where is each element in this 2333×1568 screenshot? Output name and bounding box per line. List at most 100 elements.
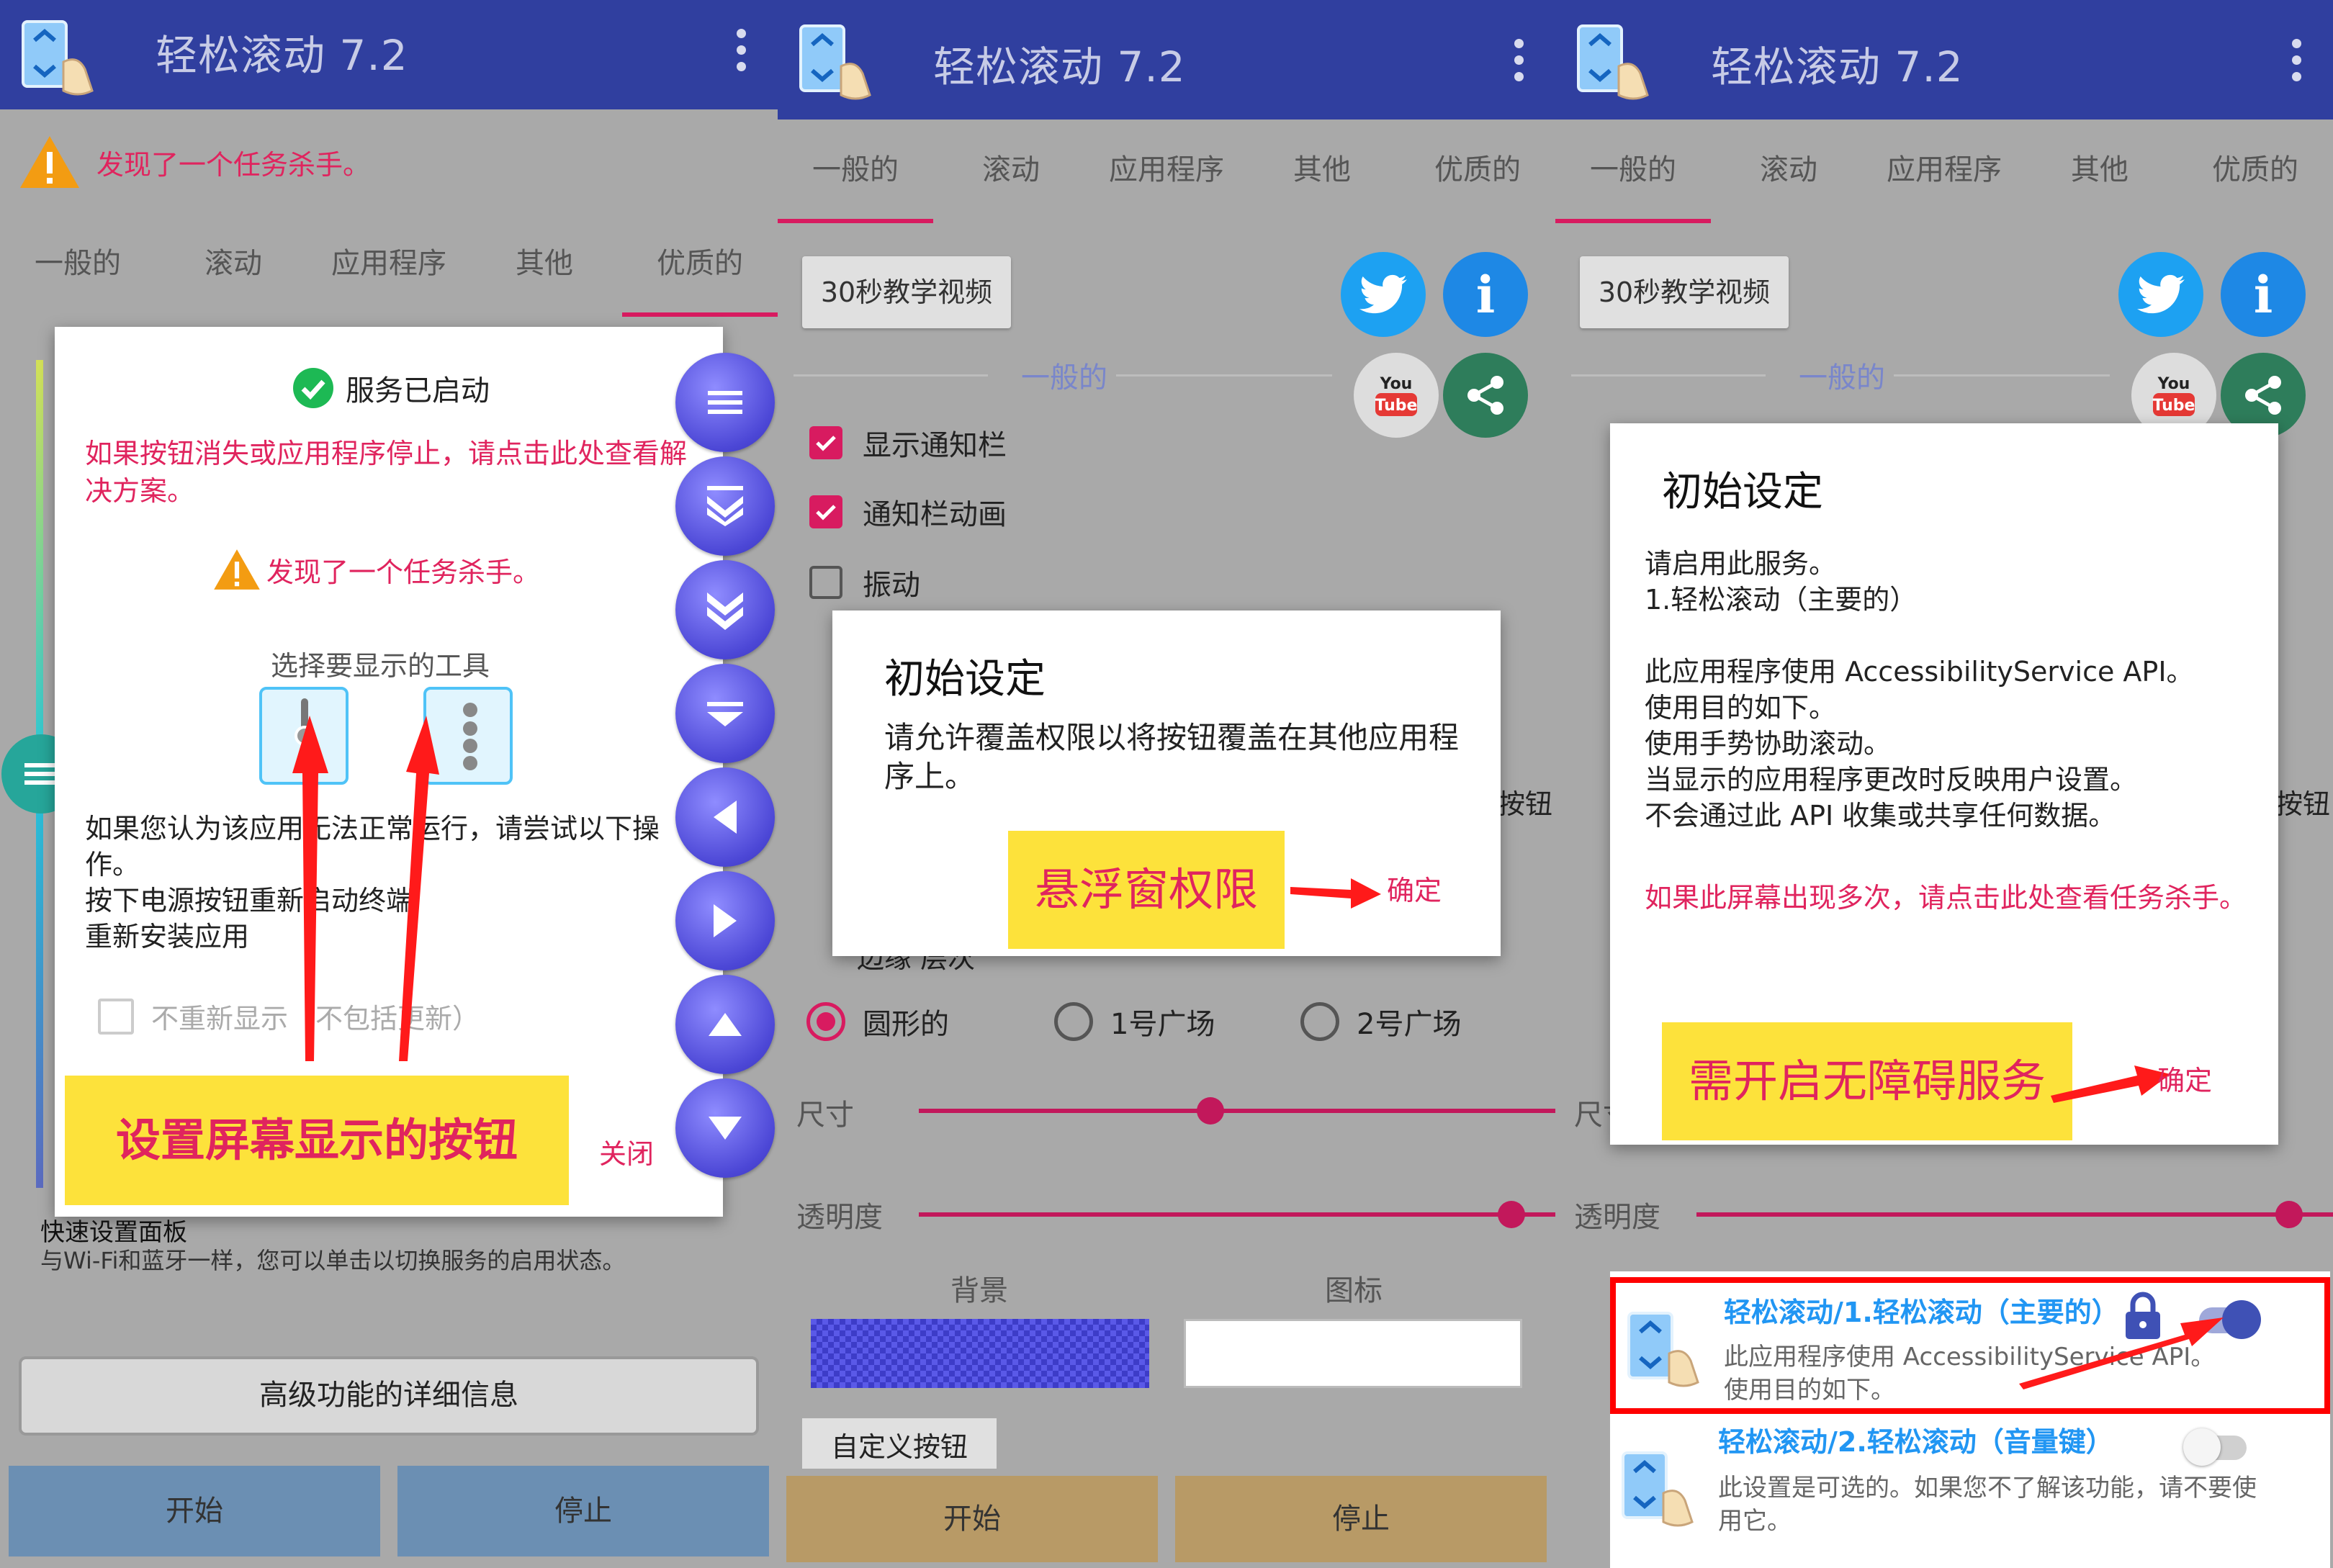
tab-premium[interactable]: 优质的 [2177,134,2333,206]
menu-icon [24,763,58,785]
checkbox-unchecked[interactable] [809,566,842,599]
youtube-icon: You Tube [1375,375,1418,416]
fab-right[interactable] [675,871,775,970]
tab-indicator [1555,219,1711,223]
help-link[interactable]: 如果按钮消失或应用程序停止，请点击此处查看解决方案。 [85,435,690,510]
dialog-title: 初始设定 [1662,469,1823,515]
fab-end[interactable] [675,664,775,763]
advanced-details-button[interactable]: 高级功能的详细信息 [19,1356,759,1436]
tab-scroll[interactable]: 滚动 [933,134,1089,206]
fab-up[interactable] [675,975,775,1074]
ok-button[interactable]: 确定 [1387,868,1442,908]
opacity-slider-thumb[interactable] [1498,1201,1525,1228]
tab-other[interactable]: 其他 [467,227,622,299]
dialog-title: 初始设定 [884,656,1046,703]
close-button[interactable]: 关闭 [599,1132,654,1171]
svg-text:You: You [1380,375,1413,393]
tab-other[interactable]: 其他 [1244,134,1400,206]
app-icon [22,20,94,96]
task-killer-banner[interactable]: 发现了一个任务杀手。 [17,130,370,194]
tab-premium[interactable]: 优质的 [622,227,778,299]
fab-scroll-bottom[interactable] [675,456,775,556]
fab-left[interactable] [675,767,775,867]
app-title: 轻松滚动 7.2 [933,42,1186,91]
tab-general[interactable]: 一般的 [0,227,156,299]
service-status-text: 服务已启动 [346,374,490,407]
dont-show-checkbox[interactable] [98,998,134,1035]
tab-general[interactable]: 一般的 [778,134,933,206]
task-killer-link[interactable]: 如果此屏幕出现多次，请点击此处查看任务杀手。 [1645,880,2264,916]
checkbox-checked[interactable] [809,426,842,459]
service-item-volume[interactable]: 轻松滚动/2.轻松滚动（音量键） 此设置是可选的。如果您不了解该功能，请不要使用… [1610,1420,2330,1568]
checkbox-row[interactable]: 通知栏动画 [809,491,1007,533]
info-button[interactable]: i [1443,252,1528,337]
tutorial-video-button[interactable]: 30秒教学视频 [802,256,1011,328]
fab-down[interactable] [675,1078,775,1178]
overflow-menu-icon[interactable] [733,29,749,79]
tab-apps[interactable]: 应用程序 [311,227,467,299]
tab-apps[interactable]: 应用程序 [1866,134,2022,206]
annotation-arrows [292,716,439,1061]
radio-square-1[interactable]: 1号广场 [1054,1001,1215,1042]
tab-general[interactable]: 一般的 [1555,134,1711,206]
start-button[interactable]: 开始 [9,1466,380,1556]
tutorial-video-button[interactable]: 30秒教学视频 [1580,256,1789,328]
service-toggle-knob[interactable] [2222,1300,2261,1339]
tab-scroll[interactable]: 滚动 [156,227,311,299]
svg-text:Tube: Tube [1375,397,1418,415]
banner-text: 发现了一个任务杀手。 [96,148,371,181]
fab-page-down[interactable] [675,560,775,659]
tab-scroll[interactable]: 滚动 [1711,134,1866,206]
arrow-down-icon [709,1117,742,1140]
screenshot-panel-2: 轻松滚动 7.2 一般的 滚动 应用程序 其他 优质的 30秒教学视频 i Yo… [778,0,1555,1568]
stop-button[interactable]: 停止 [397,1466,769,1556]
checkbox-row[interactable]: 振动 [809,562,920,603]
annotation-box: 设置屏幕显示的按钮 [65,1076,569,1205]
tab-apps[interactable]: 应用程序 [1089,134,1244,206]
icon-swatch[interactable] [1184,1319,1522,1388]
size-slider[interactable] [919,1109,1555,1113]
stop-button[interactable]: 停止 [1175,1476,1547,1562]
service-toggle-knob[interactable] [2183,1428,2221,1466]
fab-menu[interactable] [675,353,775,452]
service-status: 服务已启动 [292,367,490,409]
radio-square-2[interactable]: 2号广场 [1300,1001,1461,1042]
youtube-button[interactable]: You Tube [1354,353,1439,438]
radio-unselected[interactable] [1054,1002,1093,1041]
overflow-menu-icon[interactable] [1511,39,1527,89]
share-button[interactable] [1443,353,1528,438]
svg-text:You: You [2157,375,2190,393]
section-general-label: 一般的 [1021,361,1107,395]
service-desc: 此设置是可选的。如果您不了解该功能，请不要使用它。 [1718,1474,2257,1536]
opacity-slider[interactable] [919,1212,1555,1217]
radio-unselected[interactable] [1300,1002,1339,1041]
ok-button[interactable]: 确定 [2157,1058,2212,1098]
task-killer-warning-text: 发现了一个任务杀手。 [266,556,541,588]
checkbox-label: 显示通知栏 [863,429,1007,462]
overflow-menu-icon[interactable] [2288,39,2304,89]
annotation-arrow [2019,1317,2224,1389]
annotation-arrow [2051,1065,2170,1103]
radio-round[interactable]: 圆形的 [806,1001,949,1042]
background-swatch[interactable] [811,1319,1149,1388]
radio-selected[interactable] [806,1002,845,1041]
tab-other[interactable]: 其他 [2022,134,2177,206]
screenshot-panel-1: 轻松滚动 7.2 发现了一个任务杀手。 一般的 滚动 应用程序 其他 优质的 服… [0,0,778,1568]
custom-button[interactable]: 自定义按钮 [802,1418,997,1469]
app-title: 轻松滚动 7.2 [156,31,408,80]
checkbox-checked[interactable] [809,495,842,528]
start-button[interactable]: 开始 [786,1476,1158,1562]
tab-bar: 一般的 滚动 应用程序 其他 优质的 [1555,134,2333,206]
tab-premium[interactable]: 优质的 [1400,134,1555,206]
opacity-slider-thumb[interactable] [2275,1201,2303,1228]
service-item-main[interactable]: 轻松滚动/1.轻松滚动（主要的） 此应用程序使用 AccessibilitySe… [1610,1277,2330,1414]
twitter-button[interactable] [1341,252,1426,337]
share-icon [1467,376,1503,415]
check-circle-icon [293,368,333,408]
twitter-button[interactable] [2118,252,2203,337]
task-killer-warning[interactable]: 发现了一个任务杀手。 [212,547,540,592]
info-button[interactable]: i [2221,252,2306,337]
size-slider-thumb[interactable] [1197,1097,1224,1125]
checkbox-row[interactable]: 显示通知栏 [809,422,1007,464]
opacity-slider[interactable] [1696,1212,2333,1217]
